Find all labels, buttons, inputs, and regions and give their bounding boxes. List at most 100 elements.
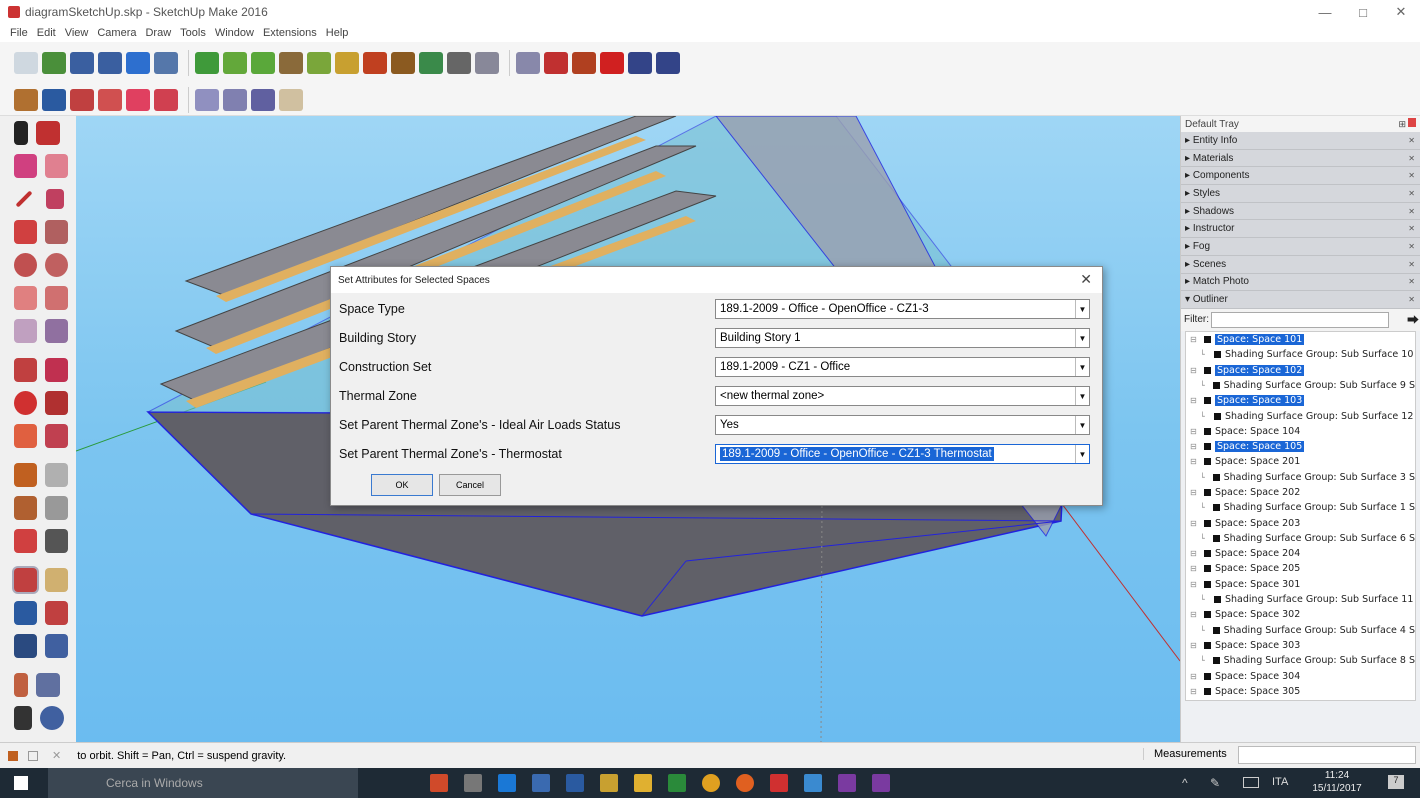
outliner-child-item[interactable]: └ Shading Surface Group: Sub Surface 6 S bbox=[1186, 531, 1415, 546]
outliner-child-item[interactable]: └ Shading Surface Group: Sub Surface 4 S bbox=[1186, 623, 1415, 638]
thermal-zone-select[interactable]: <new thermal zone> ▼ bbox=[715, 386, 1090, 406]
app-icon[interactable] bbox=[464, 774, 482, 792]
file-explorer-icon[interactable] bbox=[634, 774, 652, 792]
space-attributes-icon[interactable] bbox=[419, 52, 443, 74]
arc-icon[interactable] bbox=[14, 285, 37, 310]
render-boundary-icon[interactable] bbox=[70, 88, 94, 111]
export-icon[interactable] bbox=[154, 52, 178, 74]
outliner-space-item[interactable]: ⊟ Space: Space 304 bbox=[1186, 668, 1415, 683]
language-indicator[interactable]: ITA bbox=[1272, 776, 1288, 788]
close-icon[interactable]: ✕ bbox=[1408, 295, 1415, 304]
render-surface-icon[interactable] bbox=[42, 88, 66, 111]
paint-icon[interactable] bbox=[600, 774, 618, 792]
cancel-button[interactable]: Cancel bbox=[439, 474, 501, 496]
zoom-icon[interactable] bbox=[14, 600, 37, 625]
new-space-icon[interactable] bbox=[195, 52, 219, 74]
new-shading-icon[interactable] bbox=[223, 52, 247, 74]
ok-button[interactable]: OK bbox=[371, 474, 433, 496]
menu-window[interactable]: Window bbox=[215, 27, 254, 39]
openstudio-icon[interactable] bbox=[804, 774, 822, 792]
construction-set-select[interactable]: 189.1-2009 - CZ1 - Office ▼ bbox=[715, 357, 1090, 377]
zoom-extents-icon[interactable] bbox=[14, 633, 37, 658]
close-icon[interactable]: ✕ bbox=[1408, 171, 1415, 180]
panel-materials[interactable]: ▸ Materials ✕ bbox=[1181, 149, 1420, 168]
new-daylighting-icon[interactable] bbox=[335, 52, 359, 74]
protractor-icon[interactable] bbox=[14, 495, 37, 520]
maximize-button[interactable]: □ bbox=[1344, 0, 1382, 24]
outliner-space-item[interactable]: ⊟ Space: Space 101 bbox=[1186, 332, 1415, 347]
panel-scenes[interactable]: ▸ Scenes ✕ bbox=[1181, 255, 1420, 274]
notification-icon[interactable]: 7 bbox=[1388, 775, 1404, 789]
building-story-select[interactable]: Building Story 1 ▼ bbox=[715, 328, 1090, 348]
save-as-icon[interactable] bbox=[98, 52, 122, 74]
outliner-space-item[interactable]: ⊟ Space: Space 104 bbox=[1186, 424, 1415, 439]
zoom-window-icon[interactable] bbox=[45, 600, 68, 625]
pie-icon[interactable] bbox=[45, 285, 68, 310]
outliner-child-item[interactable]: └ Shading Surface Group: Sub Surface 9 S bbox=[1186, 378, 1415, 393]
menu-extensions[interactable]: Extensions bbox=[263, 27, 317, 39]
outliner-space-item[interactable]: ⊟ Space: Space 305 bbox=[1186, 684, 1415, 699]
tray-chevron-icon[interactable]: ^ bbox=[1182, 776, 1188, 790]
panel-components[interactable]: ▸ Components ✕ bbox=[1181, 167, 1420, 186]
menu-draw[interactable]: Draw bbox=[145, 27, 171, 39]
close-icon[interactable]: ✕ bbox=[1408, 136, 1415, 145]
import-idf-icon[interactable] bbox=[126, 52, 150, 74]
render-class-icon[interactable] bbox=[14, 88, 38, 111]
line-icon[interactable] bbox=[15, 190, 33, 207]
pen-icon[interactable]: ✎ bbox=[1210, 776, 1220, 790]
measurements-input[interactable] bbox=[1238, 746, 1416, 764]
menu-camera[interactable]: Camera bbox=[97, 27, 136, 39]
push-pull-icon[interactable] bbox=[45, 357, 68, 382]
close-icon[interactable]: ✕ bbox=[1408, 224, 1415, 233]
close-icon[interactable]: ✕ bbox=[1408, 154, 1415, 163]
clock-time[interactable]: 11:24 bbox=[1312, 770, 1362, 781]
scale-icon[interactable] bbox=[14, 423, 37, 448]
outliner-space-item[interactable]: ⊟ Space: Space 204 bbox=[1186, 546, 1415, 561]
look-around-icon[interactable] bbox=[36, 672, 60, 697]
minimize-button[interactable]: — bbox=[1306, 0, 1344, 24]
close-icon[interactable]: ✕ bbox=[1408, 207, 1415, 216]
outliner-child-item[interactable]: └ Shading Surface Group: Sub Surface 8 S bbox=[1186, 653, 1415, 668]
outliner-space-item[interactable]: ⊟ Space: Space 301 bbox=[1186, 577, 1415, 592]
section-plane-icon[interactable] bbox=[40, 705, 64, 730]
chrome-icon[interactable] bbox=[702, 774, 720, 792]
onenote-2-icon[interactable] bbox=[872, 774, 890, 792]
outliner-space-item[interactable]: ⊟ Space: Space 202 bbox=[1186, 485, 1415, 500]
render-construction-icon[interactable] bbox=[98, 88, 122, 111]
shaded-icon[interactable] bbox=[251, 88, 275, 111]
outliner-child-item[interactable]: └ Shading Surface Group: Sub Surface 11 bbox=[1186, 592, 1415, 607]
section-icon[interactable] bbox=[279, 88, 303, 111]
outliner-child-item[interactable]: └ Shading Surface Group: Sub Surface 12 bbox=[1186, 408, 1415, 423]
dialog-close-button[interactable]: ✕ bbox=[1080, 271, 1092, 288]
pan-icon[interactable] bbox=[45, 567, 68, 592]
grid-icon[interactable] bbox=[475, 52, 499, 74]
firefox-icon[interactable] bbox=[736, 774, 754, 792]
open-model-icon[interactable] bbox=[42, 52, 66, 74]
surface-matching-icon[interactable] bbox=[391, 52, 415, 74]
panel-outliner[interactable]: ▾ Outliner ✕ bbox=[1181, 291, 1420, 309]
panel-styles[interactable]: ▸ Styles ✕ bbox=[1181, 185, 1420, 203]
follow-me-icon[interactable] bbox=[45, 390, 68, 415]
errors-icon[interactable] bbox=[572, 52, 596, 74]
project-loose-icon[interactable] bbox=[447, 52, 471, 74]
polygon-icon[interactable] bbox=[45, 252, 68, 277]
close-icon[interactable]: ✕ bbox=[1408, 242, 1415, 251]
rectangle-icon[interactable] bbox=[14, 219, 37, 244]
menu-help[interactable]: Help bbox=[326, 27, 349, 39]
credits-icon[interactable] bbox=[28, 750, 38, 761]
make-component-icon[interactable] bbox=[36, 120, 60, 145]
pin-icon[interactable]: ⊞ bbox=[1398, 119, 1406, 130]
new-illuminance-icon[interactable] bbox=[279, 52, 303, 74]
filter-input[interactable] bbox=[1211, 311, 1389, 328]
geo-location-icon[interactable] bbox=[8, 750, 18, 761]
onenote-icon[interactable] bbox=[838, 774, 856, 792]
outliner-child-item[interactable]: └ Shading Surface Group: Sub Surface 3 S bbox=[1186, 470, 1415, 485]
outliner-child-item[interactable]: └ Shading Surface Group: Sub Surface 10 bbox=[1186, 347, 1415, 362]
close-icon[interactable]: ✕ bbox=[1408, 189, 1415, 198]
tape-measure-icon[interactable] bbox=[14, 462, 37, 487]
panel-match-photo[interactable]: ▸ Match Photo ✕ bbox=[1181, 273, 1420, 292]
freehand-icon[interactable] bbox=[46, 188, 64, 209]
dimension-icon[interactable] bbox=[45, 462, 68, 487]
orbit-icon[interactable] bbox=[14, 567, 37, 592]
render-space-type-icon[interactable] bbox=[126, 88, 150, 111]
